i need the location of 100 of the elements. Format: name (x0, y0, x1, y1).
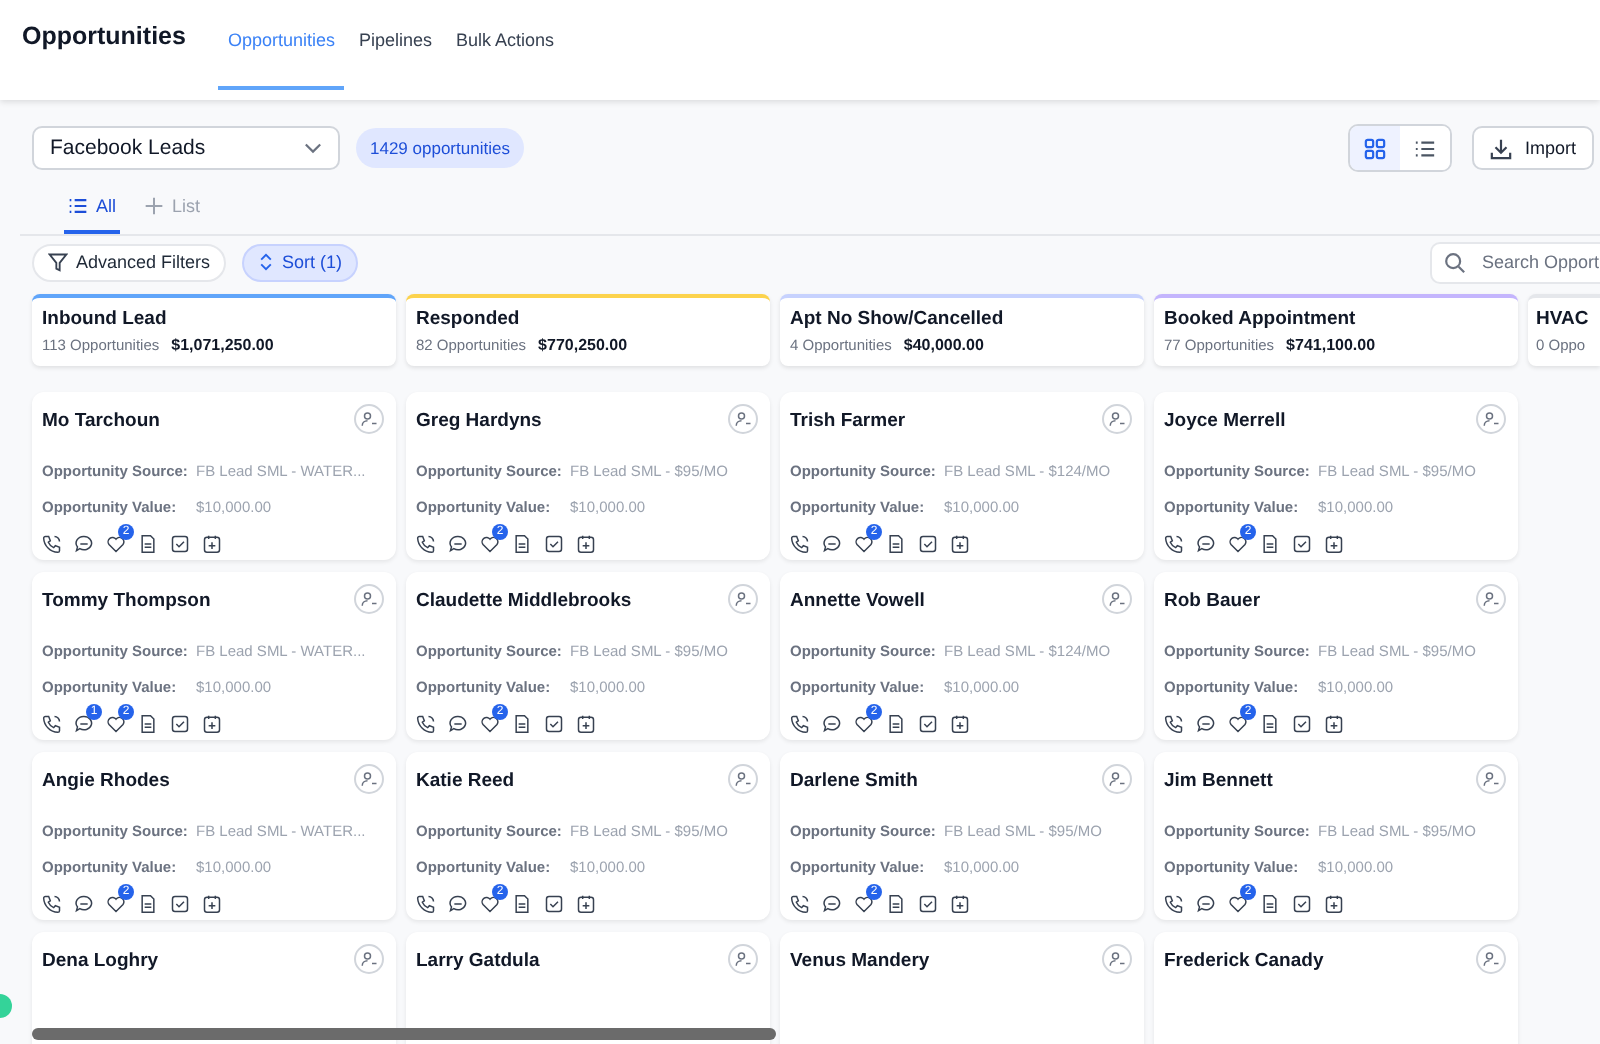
assign-user-button[interactable] (728, 944, 758, 974)
checkbox-icon[interactable] (544, 534, 564, 554)
checkbox-icon[interactable] (1292, 894, 1312, 914)
opportunity-card[interactable]: Venus Mandery (780, 932, 1144, 1044)
phone-icon[interactable] (42, 714, 62, 734)
calendar-icon[interactable] (202, 534, 222, 554)
document-icon[interactable] (138, 714, 158, 734)
assign-user-button[interactable] (728, 404, 758, 434)
advanced-filters-button[interactable]: Advanced Filters (32, 243, 227, 281)
grid-view-button[interactable] (1350, 126, 1401, 170)
calendar-icon[interactable] (1324, 534, 1344, 554)
all-tab[interactable]: All (64, 196, 121, 234)
chat-icon[interactable] (74, 534, 94, 554)
heart-icon[interactable] (1228, 714, 1248, 734)
nav-tab[interactable]: Bulk Actions (446, 0, 565, 90)
checkbox-icon[interactable] (1292, 534, 1312, 554)
heart-icon[interactable] (1228, 894, 1248, 914)
phone-icon[interactable] (790, 714, 810, 734)
phone-icon[interactable] (42, 534, 62, 554)
assign-user-button[interactable] (728, 584, 758, 614)
checkbox-icon[interactable] (918, 894, 938, 914)
calendar-icon[interactable] (202, 714, 222, 734)
phone-icon[interactable] (1164, 894, 1184, 914)
import-button[interactable]: Import (1472, 126, 1594, 170)
calendar-icon[interactable] (202, 894, 222, 914)
chat-icon[interactable] (822, 534, 842, 554)
calendar-icon[interactable] (1324, 714, 1344, 734)
opportunity-card[interactable]: Frederick Canady (1154, 932, 1518, 1044)
document-icon[interactable] (512, 894, 532, 914)
phone-icon[interactable] (1164, 534, 1184, 554)
chat-icon[interactable] (1196, 534, 1216, 554)
document-icon[interactable] (1260, 714, 1280, 734)
document-icon[interactable] (1260, 894, 1280, 914)
heart-icon[interactable] (480, 894, 500, 914)
chat-icon[interactable] (74, 714, 94, 734)
assign-user-button[interactable] (354, 764, 384, 794)
search-field[interactable]: Search Opport (1430, 241, 1600, 283)
phone-icon[interactable] (416, 714, 436, 734)
document-icon[interactable] (1260, 534, 1280, 554)
calendar-icon[interactable] (576, 894, 596, 914)
chat-icon[interactable] (1196, 894, 1216, 914)
phone-icon[interactable] (1164, 714, 1184, 734)
chat-icon[interactable] (1196, 714, 1216, 734)
assign-user-button[interactable] (1476, 944, 1506, 974)
phone-icon[interactable] (416, 534, 436, 554)
checkbox-icon[interactable] (918, 714, 938, 734)
calendar-icon[interactable] (576, 534, 596, 554)
calendar-icon[interactable] (1324, 894, 1344, 914)
heart-icon[interactable] (854, 534, 874, 554)
phone-icon[interactable] (790, 894, 810, 914)
heart-icon[interactable] (854, 714, 874, 734)
document-icon[interactable] (886, 534, 906, 554)
heart-icon[interactable] (1228, 534, 1248, 554)
checkbox-icon[interactable] (170, 534, 190, 554)
chat-icon[interactable] (448, 714, 468, 734)
heart-icon[interactable] (480, 714, 500, 734)
document-icon[interactable] (886, 894, 906, 914)
heart-icon[interactable] (480, 534, 500, 554)
checkbox-icon[interactable] (918, 534, 938, 554)
heart-icon[interactable] (854, 894, 874, 914)
list-view-button[interactable] (1400, 126, 1451, 170)
chat-icon[interactable] (822, 894, 842, 914)
phone-icon[interactable] (42, 894, 62, 914)
assign-user-button[interactable] (1476, 764, 1506, 794)
assign-user-button[interactable] (1102, 584, 1132, 614)
nav-tab[interactable]: Opportunities (217, 0, 345, 90)
assign-user-button[interactable] (354, 944, 384, 974)
assign-user-button[interactable] (354, 404, 384, 434)
phone-icon[interactable] (790, 534, 810, 554)
assign-user-button[interactable] (354, 584, 384, 614)
assign-user-button[interactable] (1102, 944, 1132, 974)
chat-icon[interactable] (822, 714, 842, 734)
checkbox-icon[interactable] (1292, 714, 1312, 734)
document-icon[interactable] (886, 714, 906, 734)
document-icon[interactable] (138, 894, 158, 914)
nav-tab[interactable]: Pipelines (348, 0, 443, 90)
heart-icon[interactable] (106, 894, 126, 914)
calendar-icon[interactable] (576, 714, 596, 734)
sort-button[interactable]: Sort (1) (242, 243, 359, 281)
calendar-icon[interactable] (950, 534, 970, 554)
phone-icon[interactable] (416, 894, 436, 914)
horizontal-scrollbar[interactable] (32, 1028, 776, 1040)
checkbox-icon[interactable] (170, 894, 190, 914)
pipeline-select[interactable]: Facebook Leads (32, 126, 340, 170)
checkbox-icon[interactable] (544, 714, 564, 734)
document-icon[interactable] (512, 534, 532, 554)
chat-icon[interactable] (448, 894, 468, 914)
assign-user-button[interactable] (1476, 404, 1506, 434)
assign-user-button[interactable] (1102, 404, 1132, 434)
chat-icon[interactable] (74, 894, 94, 914)
checkbox-icon[interactable] (544, 894, 564, 914)
calendar-icon[interactable] (950, 894, 970, 914)
heart-icon[interactable] (106, 534, 126, 554)
assign-user-button[interactable] (1476, 584, 1506, 614)
document-icon[interactable] (138, 534, 158, 554)
heart-icon[interactable] (106, 714, 126, 734)
chat-icon[interactable] (448, 534, 468, 554)
assign-user-button[interactable] (728, 764, 758, 794)
assign-user-button[interactable] (1102, 764, 1132, 794)
calendar-icon[interactable] (950, 714, 970, 734)
